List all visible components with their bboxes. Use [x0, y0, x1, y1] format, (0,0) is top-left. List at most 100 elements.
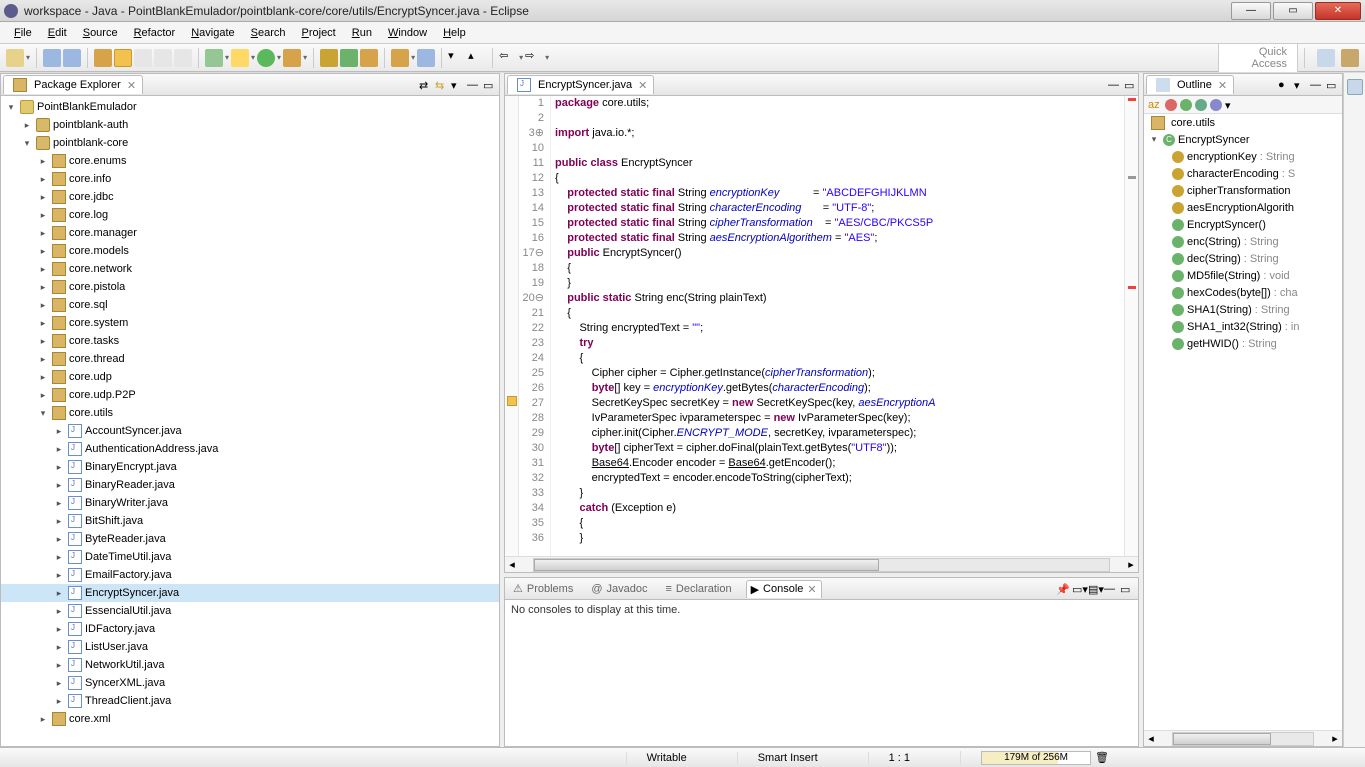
- package-explorer-tab[interactable]: Package Explorer ✕: [3, 75, 143, 94]
- tree-javafile[interactable]: ▸DateTimeUtil.java: [1, 548, 499, 566]
- tree-srcfolder-pointblank-auth[interactable]: ▸pointblank-auth: [1, 116, 499, 134]
- tree-javafile[interactable]: ▸NetworkUtil.java: [1, 656, 499, 674]
- tree-package[interactable]: ▸core.pistola: [1, 278, 499, 296]
- tree-package[interactable]: ▸core.manager: [1, 224, 499, 242]
- outline-member[interactable]: hexCodes(byte[]) : cha: [1144, 284, 1342, 301]
- collapse-all-button[interactable]: ⇄: [419, 79, 433, 91]
- menu-search[interactable]: Search: [243, 25, 294, 41]
- tree-project[interactable]: ▾PointBlankEmulador: [1, 98, 499, 116]
- close-button[interactable]: ✕: [1315, 2, 1361, 20]
- close-icon[interactable]: ✕: [127, 79, 136, 92]
- outline-horizontal-scrollbar[interactable]: ◂ ▸: [1144, 730, 1342, 746]
- quick-access-input[interactable]: Quick Access: [1218, 43, 1298, 73]
- tree-package[interactable]: ▸core.udp.P2P: [1, 386, 499, 404]
- console-new-button[interactable]: ▤▾: [1088, 583, 1102, 595]
- hide-nonpublic-button[interactable]: [1195, 99, 1207, 111]
- tree-package[interactable]: ▸core.tasks: [1, 332, 499, 350]
- package-explorer-tree[interactable]: ▾PointBlankEmulador▸pointblank-auth▾poin…: [1, 96, 499, 746]
- minimize-button[interactable]: —: [1231, 2, 1271, 20]
- tree-package[interactable]: ▸core.system: [1, 314, 499, 332]
- tree-javafile[interactable]: ▸BinaryReader.java: [1, 476, 499, 494]
- menu-source[interactable]: Source: [75, 25, 126, 41]
- tree-javafile[interactable]: ▸BitShift.java: [1, 512, 499, 530]
- menu-help[interactable]: Help: [435, 25, 474, 41]
- outline-tab[interactable]: Outline ✕: [1146, 75, 1234, 94]
- tree-package[interactable]: ▸core.network: [1, 260, 499, 278]
- console-display-button[interactable]: ▭▾: [1072, 583, 1086, 595]
- tree-package[interactable]: ▸core.thread: [1, 350, 499, 368]
- minimize-view-button[interactable]: —: [1104, 583, 1118, 595]
- sort-button[interactable]: az: [1148, 99, 1162, 111]
- tree-package[interactable]: ▸core.jdbc: [1, 188, 499, 206]
- close-icon[interactable]: ✕: [1218, 79, 1227, 92]
- toggle-mark-occurrences-button[interactable]: [114, 49, 132, 67]
- menu-file[interactable]: File: [6, 25, 40, 41]
- hide-static-button[interactable]: [1180, 99, 1192, 111]
- java-perspective-button[interactable]: [1341, 49, 1359, 67]
- minimize-view-button[interactable]: —: [1310, 79, 1324, 91]
- menu-edit[interactable]: Edit: [40, 25, 75, 41]
- hide-fields-button[interactable]: [1165, 99, 1177, 111]
- view-menu-button[interactable]: ▾: [451, 79, 465, 91]
- menu-navigate[interactable]: Navigate: [183, 25, 242, 41]
- tree-javafile[interactable]: ▸IDFactory.java: [1, 620, 499, 638]
- tree-package[interactable]: ▸core.enums: [1, 152, 499, 170]
- tree-javafile[interactable]: ▸EncryptSyncer.java: [1, 584, 499, 602]
- bottom-tab-javadoc[interactable]: @Javadoc: [587, 581, 651, 597]
- tree-package[interactable]: ▸core.sql: [1, 296, 499, 314]
- tree-package-expanded[interactable]: ▾core.utils: [1, 404, 499, 422]
- toggle-breadcrumb-button[interactable]: [94, 49, 112, 67]
- outline-member[interactable]: aesEncryptionAlgorith: [1144, 199, 1342, 216]
- block-selection-button[interactable]: [134, 49, 152, 67]
- task-list-trim-icon[interactable]: [1347, 79, 1363, 95]
- maximize-editor-button[interactable]: ▭: [1124, 79, 1138, 91]
- focus-button[interactable]: ●: [1278, 79, 1292, 91]
- outline-package[interactable]: core.utils: [1144, 114, 1342, 131]
- tree-javafile[interactable]: ▸BinaryWriter.java: [1, 494, 499, 512]
- menu-project[interactable]: Project: [294, 25, 344, 41]
- menu-refactor[interactable]: Refactor: [126, 25, 184, 41]
- tree-javafile[interactable]: ▸AccountSyncer.java: [1, 422, 499, 440]
- tree-javafile[interactable]: ▸BinaryEncrypt.java: [1, 458, 499, 476]
- bottom-tab-console[interactable]: ▶Console ✕: [746, 580, 822, 598]
- word-wrap-button[interactable]: [174, 49, 192, 67]
- open-task-button[interactable]: [391, 49, 409, 67]
- next-annotation-button[interactable]: ▾: [448, 49, 466, 67]
- outline-member[interactable]: encryptionKey : String: [1144, 148, 1342, 165]
- tree-javafile[interactable]: ▸ThreadClient.java: [1, 692, 499, 710]
- editor-horizontal-scrollbar[interactable]: ◂ ▸: [505, 556, 1138, 572]
- outline-member[interactable]: characterEncoding : S: [1144, 165, 1342, 182]
- tree-javafile[interactable]: ▸AuthenticationAddress.java: [1, 440, 499, 458]
- outline-class[interactable]: ▾CEncryptSyncer: [1144, 131, 1342, 148]
- outline-member[interactable]: enc(String) : String: [1144, 233, 1342, 250]
- editor-tab[interactable]: EncryptSyncer.java ✕: [507, 75, 654, 94]
- link-editor-button[interactable]: ⇆: [435, 79, 449, 91]
- bottom-tab-problems[interactable]: ⚠Problems: [509, 580, 577, 597]
- show-whitespace-button[interactable]: [154, 49, 172, 67]
- outline-member[interactable]: cipherTransformation: [1144, 182, 1342, 199]
- gc-icon[interactable]: 🗑: [1095, 751, 1109, 764]
- tree-javafile[interactable]: ▸EssencialUtil.java: [1, 602, 499, 620]
- console-pin-button[interactable]: 📌: [1056, 583, 1070, 595]
- maximize-view-button[interactable]: ▭: [1120, 583, 1134, 595]
- new-package-button[interactable]: [320, 49, 338, 67]
- code-editor[interactable]: 123⊕1011121314151617⊖181920⊖212223242526…: [505, 96, 1138, 556]
- run-last-button[interactable]: [283, 49, 301, 67]
- back-button[interactable]: ⇦: [499, 49, 517, 67]
- forward-button[interactable]: ⇨: [525, 49, 543, 67]
- prev-annotation-button[interactable]: ▴: [468, 49, 486, 67]
- maximize-view-button[interactable]: ▭: [483, 79, 497, 91]
- close-icon[interactable]: ✕: [807, 583, 816, 596]
- run-button[interactable]: [257, 49, 275, 67]
- minimize-view-button[interactable]: —: [467, 79, 481, 91]
- bottom-tab-declaration[interactable]: ≡Declaration: [662, 581, 736, 597]
- new-button[interactable]: [6, 49, 24, 67]
- coverage-button[interactable]: [231, 49, 249, 67]
- tree-srcfolder-pointblank-core[interactable]: ▾pointblank-core: [1, 134, 499, 152]
- tree-package[interactable]: ▸core.info: [1, 170, 499, 188]
- debug-button[interactable]: [205, 49, 223, 67]
- outline-member[interactable]: dec(String) : String: [1144, 250, 1342, 267]
- new-class-button[interactable]: [340, 49, 358, 67]
- outline-member[interactable]: getHWID() : String: [1144, 335, 1342, 352]
- tree-javafile[interactable]: ▸EmailFactory.java: [1, 566, 499, 584]
